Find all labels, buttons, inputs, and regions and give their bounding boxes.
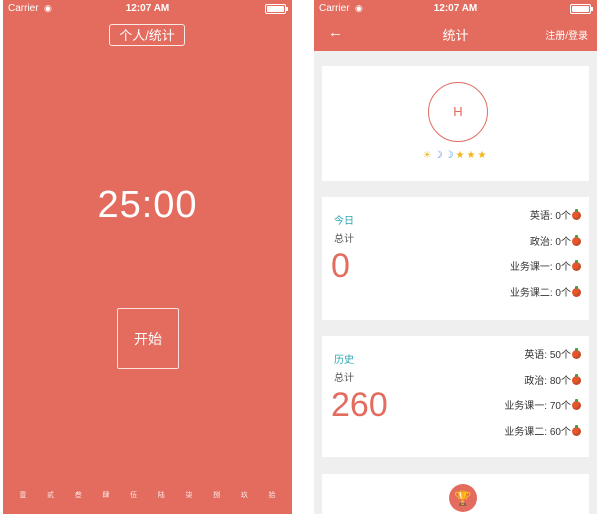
avatar[interactable]: H xyxy=(428,82,488,142)
today-total-label: 总计 xyxy=(334,234,354,245)
moon-icon: ☽ xyxy=(433,150,445,161)
status-bar: Carrier ◉ 12:07 AM xyxy=(314,0,597,17)
tomato-icon xyxy=(572,285,581,297)
moon-icon: ☽ xyxy=(444,150,456,161)
tab-9[interactable]: 玖 xyxy=(241,490,248,504)
list-item: 业务课二: 0个 xyxy=(510,285,581,313)
tomato-icon xyxy=(572,348,581,359)
register-login-button[interactable]: 注册/登录 xyxy=(545,27,588,42)
history-total-value: 260 xyxy=(331,386,388,424)
list-item: 英语: 0个 xyxy=(510,209,581,236)
battery-icon xyxy=(570,4,593,14)
profile-stats-button[interactable]: 个人/统计 xyxy=(109,24,185,46)
tomato-icon xyxy=(572,234,581,246)
tab-1[interactable]: 壹 xyxy=(19,490,26,504)
trophy-icon[interactable]: 🏆 xyxy=(449,484,477,512)
today-subject-list: 英语: 0个 政治: 0个 业务课一: 0个 业务课二: 0个 xyxy=(510,209,581,313)
tab-10[interactable]: 拾 xyxy=(269,490,276,504)
tab-5[interactable]: 伍 xyxy=(130,490,137,504)
achievement-badges: ☀☽☽★★★ xyxy=(322,150,589,161)
list-item: 业务课一: 70个 xyxy=(504,399,581,426)
battery-icon xyxy=(265,4,288,14)
profile-card: H ☀☽☽★★★ xyxy=(322,66,589,181)
tomato-icon xyxy=(572,260,581,271)
nav-bar: Carrier ◉ 12:07 AM ← 统计 注册/登录 xyxy=(314,0,597,51)
timer-screen: Carrier ◉ 12:07 AM 个人/统计 25:00 开始 壹 贰 叁 … xyxy=(3,0,292,514)
status-time: 12:07 AM xyxy=(125,3,170,14)
history-stats-card: 历史 总计 260 英语: 50个 政治: 80个 业务课一: 70个 业务课二… xyxy=(322,336,589,457)
list-item: 英语: 50个 xyxy=(504,348,581,375)
list-item: 业务课二: 60个 xyxy=(504,424,581,452)
tab-3[interactable]: 叁 xyxy=(75,490,82,504)
history-title: 历史 xyxy=(334,355,354,366)
star-icon: ★ xyxy=(477,150,489,161)
today-stats-card: 今日 总计 0 英语: 0个 政治: 0个 业务课一: 0个 业务课二: 0个 xyxy=(322,197,589,320)
tomato-icon xyxy=(572,209,581,220)
achievements-card: 🏆 xyxy=(322,474,589,514)
status-bar: Carrier ◉ 12:07 AM xyxy=(3,0,292,17)
timer-display: 25:00 xyxy=(97,184,198,226)
sun-icon: ☀ xyxy=(422,150,434,161)
list-item: 政治: 80个 xyxy=(504,373,581,401)
tab-7[interactable]: 柒 xyxy=(185,490,192,504)
status-time: 12:07 AM xyxy=(433,3,478,14)
star-icon: ★ xyxy=(455,150,467,161)
tab-2[interactable]: 贰 xyxy=(47,490,54,504)
tab-6[interactable]: 陆 xyxy=(158,490,165,504)
history-total-label: 总计 xyxy=(334,373,354,384)
start-button[interactable]: 开始 xyxy=(117,308,179,369)
today-title: 今日 xyxy=(334,216,354,227)
tomato-icon xyxy=(572,424,581,436)
history-subject-list: 英语: 50个 政治: 80个 业务课一: 70个 业务课二: 60个 xyxy=(504,348,581,452)
tomato-icon xyxy=(572,373,581,385)
tomato-icon xyxy=(572,399,581,410)
stats-screen: Carrier ◉ 12:07 AM ← 统计 注册/登录 H ☀☽☽★★★ 今… xyxy=(314,0,597,514)
tab-8[interactable]: 捌 xyxy=(213,490,220,504)
tab-4[interactable]: 肆 xyxy=(102,490,109,504)
list-item: 政治: 0个 xyxy=(510,234,581,262)
list-item: 业务课一: 0个 xyxy=(510,260,581,287)
star-icon: ★ xyxy=(466,150,478,161)
bottom-tab-bar: 壹 贰 叁 肆 伍 陆 柒 捌 玖 拾 xyxy=(3,490,292,504)
today-total-value: 0 xyxy=(331,247,350,285)
